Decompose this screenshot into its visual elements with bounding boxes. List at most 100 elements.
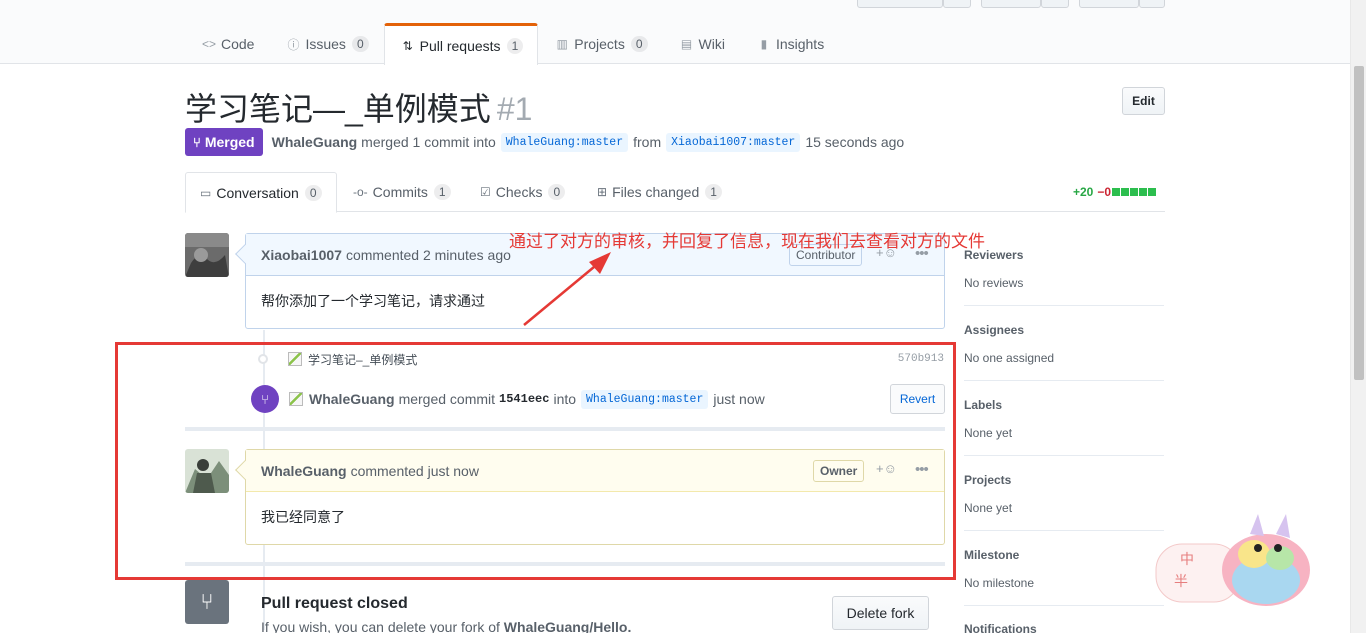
diffstat-block — [1130, 188, 1139, 196]
head-branch[interactable]: Xiaobai1007:master — [666, 132, 801, 152]
comment-body: 帮你添加了一个学习笔记，请求通过 — [261, 293, 485, 309]
divider — [964, 380, 1164, 381]
pr-meta: ⑂ Merged WhaleGuang merged 1 commit into… — [185, 128, 904, 156]
sidebar-heading[interactable]: Projects — [964, 473, 1164, 487]
svg-text:中: 中 — [1180, 552, 1194, 568]
sidebar-milestone: Milestone No milestone — [964, 548, 1164, 590]
sidebar-heading[interactable]: Notifications — [964, 622, 1164, 633]
star-count[interactable] — [1041, 0, 1069, 8]
divider — [964, 305, 1164, 306]
sidebar-labels: Labels None yet — [964, 398, 1164, 440]
tab-label: Checks — [495, 184, 543, 200]
nav-tab-label: Projects — [574, 36, 625, 52]
annotation-text: 通过了对方的审核，并回复了信息，现在我们去查看对方的文件 — [509, 232, 985, 252]
nav-tab-code[interactable]: <> Code — [185, 23, 269, 64]
comment-time[interactable]: commented 2 minutes ago — [346, 247, 511, 263]
sidebar-heading[interactable]: Assignees — [964, 323, 1164, 337]
nav-tab-issues[interactable]: ⓘ Issues 0 — [269, 23, 383, 64]
tab-counter: 1 — [433, 184, 451, 200]
sidebar-value: None yet — [964, 426, 1013, 440]
pr-title: 学习笔记—_单例模式 #1 — [185, 84, 532, 130]
sidebar-projects: Projects None yet — [964, 473, 1164, 515]
project-icon: ▥ — [556, 37, 568, 51]
tab-checks[interactable]: ☑ Checks 0 — [466, 172, 579, 212]
checklist-icon: ☑ — [480, 185, 491, 199]
code-icon: <> — [202, 37, 217, 51]
sidebar-heading[interactable]: Reviewers — [964, 248, 1164, 262]
nav-tab-label: Pull requests — [419, 37, 501, 54]
totoro-watermark: 中 半 — [1155, 514, 1310, 606]
comment-author[interactable]: Xiaobai1007 — [261, 247, 342, 263]
tab-commits[interactable]: -o- Commits 1 — [339, 172, 465, 212]
tab-label: Files changed — [612, 184, 700, 200]
sidebar-heading[interactable]: Milestone — [964, 548, 1164, 562]
star-button[interactable] — [981, 0, 1041, 8]
pr-author-link[interactable]: WhaleGuang — [272, 134, 358, 150]
tab-label: Conversation — [216, 184, 299, 201]
nav-tab-insights[interactable]: ▮ Insights — [740, 23, 839, 64]
fork-repo-link[interactable]: WhaleGuang/Hello. — [504, 619, 632, 633]
meta-text: merged 1 commit into — [361, 134, 496, 150]
pull-request-icon: ⇅ — [402, 38, 413, 53]
merge-icon: ⑂ — [193, 134, 201, 150]
sidebar-value: No reviews — [964, 276, 1024, 290]
pr-number: #1 — [496, 91, 533, 127]
nav-tab-label: Insights — [775, 36, 825, 52]
svg-text:半: 半 — [1174, 574, 1188, 590]
divider — [964, 605, 1164, 606]
graph-icon: ▮ — [760, 37, 768, 51]
sidebar-heading[interactable]: Labels — [964, 398, 1164, 412]
from-text: from — [633, 134, 662, 150]
nav-tab-label: Code — [221, 36, 255, 52]
nav-tab-projects[interactable]: ▥ Projects 0 — [538, 23, 662, 64]
file-diff-icon: ⊞ — [597, 185, 608, 199]
closed-sub-prefix: If you wish, you can delete your fork of — [261, 619, 500, 633]
pr-tabs: ▭ Conversation 0 -o- Commits 1 ☑ Checks … — [185, 172, 1165, 213]
git-merge-icon: ⑂ — [185, 580, 229, 624]
delete-fork-button[interactable]: Delete fork — [832, 596, 929, 630]
watch-count[interactable] — [943, 0, 971, 8]
pull-requests-counter: 1 — [506, 37, 524, 54]
issue-icon: ⓘ — [287, 37, 300, 52]
state-label: Merged — [204, 134, 255, 150]
tab-label: Commits — [372, 184, 428, 200]
tab-counter: 0 — [304, 184, 322, 201]
pr-title-text: 学习笔记—_单例模式 — [185, 91, 491, 127]
book-icon: ▤ — [680, 37, 693, 51]
repo-header: <> Code ⓘ Issues 0 ⇅ Pull requests 1 ▥ P… — [0, 0, 1350, 65]
closed-title: Pull request closed — [261, 595, 408, 612]
sidebar-value: None yet — [964, 501, 1013, 515]
sidebar-value: No one assigned — [964, 351, 1055, 365]
nav-tab-wiki[interactable]: ▤ Wiki — [663, 23, 740, 64]
diffstat-block — [1112, 188, 1121, 196]
closed-subtext: If you wish, you can delete your fork of… — [261, 619, 631, 633]
repo-nav: <> Code ⓘ Issues 0 ⇅ Pull requests 1 ▥ P… — [185, 23, 839, 65]
fork-button[interactable] — [1079, 0, 1139, 8]
merged-state-badge: ⑂ Merged — [185, 128, 263, 156]
annotation-highlight-box — [115, 342, 956, 580]
scrollbar-thumb[interactable] — [1354, 66, 1364, 380]
sidebar-notifications: Notifications — [964, 622, 1164, 633]
sidebar-value: No milestone — [964, 576, 1035, 590]
avatar[interactable] — [185, 233, 229, 277]
diffstat-deletions: −0 — [1097, 185, 1112, 199]
tab-counter: 1 — [705, 184, 722, 200]
nav-tab-label: Issues — [305, 36, 346, 52]
diffstat: +20 −0 — [1073, 185, 1157, 199]
watch-button[interactable] — [857, 0, 943, 8]
edit-button[interactable]: Edit — [1122, 87, 1165, 115]
diffstat-block — [1121, 188, 1130, 196]
commit-icon: -o- — [353, 185, 368, 199]
issues-counter: 0 — [351, 36, 369, 52]
sidebar-reviewers: Reviewers No reviews — [964, 248, 1164, 290]
tab-conversation[interactable]: ▭ Conversation 0 — [185, 172, 337, 213]
base-branch[interactable]: WhaleGuang:master — [500, 132, 629, 152]
nav-tab-pull-requests[interactable]: ⇅ Pull requests 1 — [383, 23, 539, 65]
diffstat-block — [1148, 188, 1157, 196]
divider — [964, 455, 1164, 456]
fork-count[interactable] — [1139, 0, 1165, 8]
page-scrollbar[interactable] — [1350, 0, 1366, 633]
tab-files-changed[interactable]: ⊞ Files changed 1 — [583, 172, 736, 212]
nav-tab-label: Wiki — [698, 36, 725, 52]
pr-time: 15 seconds ago — [805, 134, 905, 150]
